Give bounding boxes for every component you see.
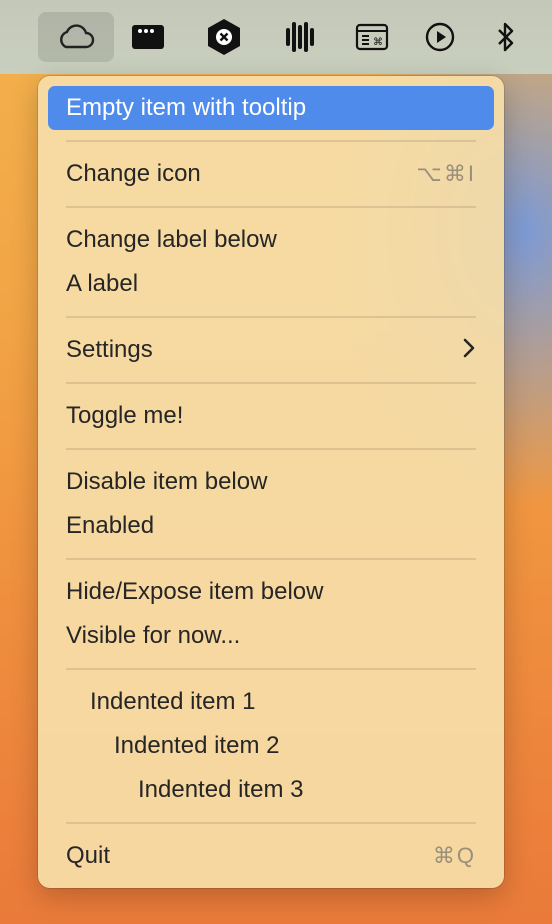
soundwave-icon[interactable] [268,12,332,62]
menu-bar: ⌘ [0,0,552,74]
menu-item-label: A label [66,270,139,297]
separator [66,448,476,450]
hexagon-x-icon[interactable] [192,12,256,62]
shortcut-label: ⌘Q [432,843,476,868]
dropdown-menu: Empty item with tooltip Change icon ⌥⌘I … [38,76,504,888]
menu-item-label: Quit [66,842,111,869]
bluetooth-icon[interactable] [474,12,538,62]
separator [66,558,476,560]
menu-item-label: Settings [66,336,153,363]
menu-item-indented-3[interactable]: Indented item 3 [48,768,494,812]
menu-item-hide-expose[interactable]: Hide/Expose item below [48,570,494,614]
window-dots-icon[interactable] [116,12,180,62]
menu-item-label: Indented item 1 [90,688,256,715]
menu-item-label: Visible for now... [66,622,241,649]
separator [66,140,476,142]
menu-item-label: Hide/Expose item below [66,578,324,605]
menu-item-settings[interactable]: Settings [48,328,494,372]
menu-item-label: Toggle me! [66,402,184,429]
menu-item-label: Change label below [66,226,277,253]
play-circle-icon[interactable] [408,12,472,62]
menu-item-enabled[interactable]: Enabled [48,504,494,548]
cloud-icon[interactable] [38,12,114,62]
menu-item-label: Disable item below [66,468,268,495]
separator [66,206,476,208]
menu-item-visible[interactable]: Visible for now... [48,614,494,658]
menu-item-a-label[interactable]: A label [48,262,494,306]
separator [66,316,476,318]
separator [66,668,476,670]
menu-item-toggle[interactable]: Toggle me! [48,394,494,438]
menu-item-label: Indented item 3 [138,776,304,803]
menu-item-indented-1[interactable]: Indented item 1 [48,680,494,724]
separator [66,822,476,824]
menu-item-change-label[interactable]: Change label below [48,218,494,262]
menu-item-quit[interactable]: Quit ⌘Q [48,834,494,878]
chevron-right-icon [462,337,476,363]
menu-item-label: Change icon [66,160,201,187]
menu-item-disable-below[interactable]: Disable item below [48,460,494,504]
menu-item-label: Enabled [66,512,155,539]
svg-text:⌘: ⌘ [373,37,383,48]
menu-item-label: Empty item with tooltip [66,94,307,121]
menu-item-label: Indented item 2 [114,732,280,759]
menu-item-change-icon[interactable]: Change icon ⌥⌘I [48,152,494,196]
menu-item-tooltip[interactable]: Empty item with tooltip [48,86,494,130]
keyboard-window-icon[interactable]: ⌘ [340,12,404,62]
shortcut-label: ⌥⌘I [416,161,476,186]
menu-item-indented-2[interactable]: Indented item 2 [48,724,494,768]
separator [66,382,476,384]
